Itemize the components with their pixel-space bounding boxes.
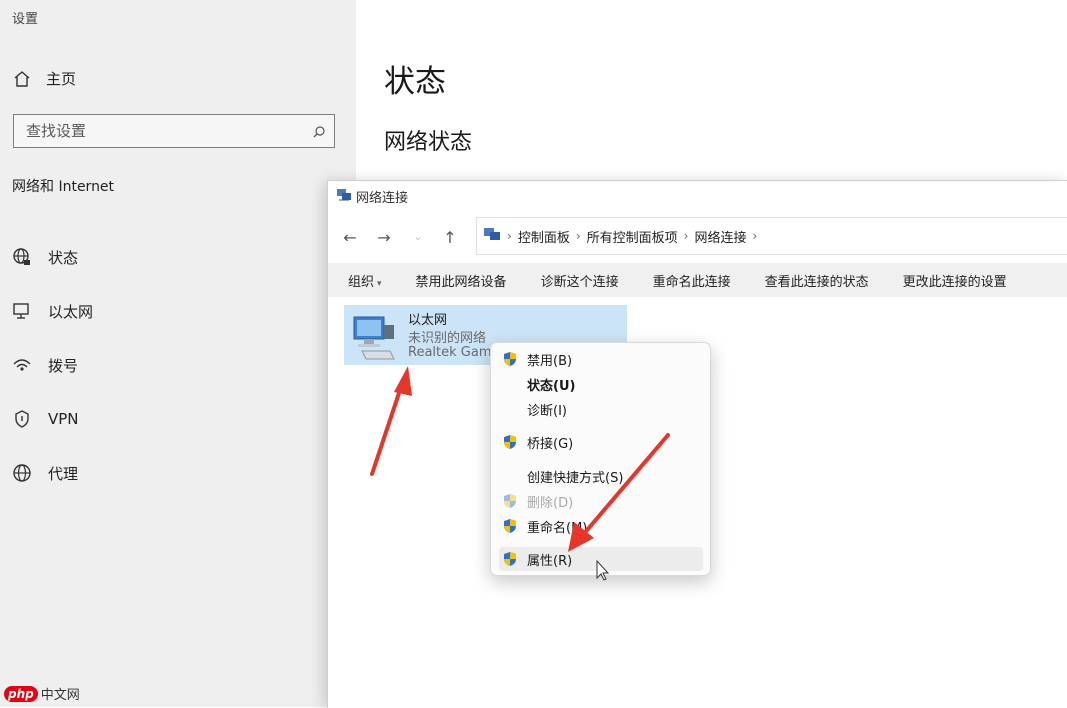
adapter-device: Realtek Gam <box>408 345 490 360</box>
vpn-shield-icon <box>12 409 32 429</box>
sidebar-item-status[interactable]: 状态 <box>12 230 93 284</box>
rename-connection-button[interactable]: 重命名此连接 <box>636 271 748 290</box>
menu-item-disable[interactable]: 禁用(B) <box>499 347 703 371</box>
recent-dropdown-icon[interactable]: ⌄ <box>408 227 428 247</box>
chevron-right-icon: › <box>683 229 689 243</box>
breadcrumb-item[interactable]: 网络连接 <box>694 227 746 246</box>
view-status-button[interactable]: 查看此连接的状态 <box>748 271 886 290</box>
adapter-status: 未识别的网络 <box>408 331 487 346</box>
page-title: 状态 <box>384 64 446 100</box>
section-title: 网络状态 <box>384 130 473 155</box>
home-icon <box>12 69 32 89</box>
ethernet-icon <box>12 301 32 321</box>
menu-item-delete: 删除(D) <box>499 489 703 513</box>
sidebar-item-label: 以太网 <box>48 302 94 321</box>
section-heading-network: 网络和 Internet <box>12 179 115 195</box>
proxy-globe-icon <box>12 463 32 483</box>
uac-shield-icon <box>501 493 518 510</box>
breadcrumb-item[interactable]: 控制面板 <box>518 227 570 246</box>
breadcrumb-item[interactable]: 所有控制面板项 <box>587 227 678 246</box>
search-icon[interactable] <box>312 124 326 138</box>
forward-arrow-icon[interactable]: → <box>374 227 394 247</box>
chevron-right-icon: › <box>575 229 581 243</box>
watermark-logo: php <box>4 685 38 702</box>
chevron-right-icon: › <box>507 229 512 243</box>
nav-home[interactable]: 主页 <box>12 68 76 89</box>
sidebar-item-label: 状态 <box>48 248 79 267</box>
uac-shield-icon <box>501 434 518 451</box>
disable-device-button[interactable]: 禁用此网络设备 <box>399 271 524 290</box>
up-arrow-icon[interactable]: ↑ <box>440 227 460 247</box>
menu-item-label: 禁用(B) <box>527 353 573 369</box>
settings-search-box[interactable] <box>13 114 335 148</box>
site-watermark: php 中文网 <box>4 684 80 703</box>
adapter-name: 以太网 <box>408 313 448 328</box>
back-arrow-icon[interactable]: ← <box>340 227 360 247</box>
menu-item-properties[interactable]: 属性(R) <box>499 547 703 571</box>
uac-shield-icon <box>501 551 518 568</box>
menu-item-label: 创建快捷方式(S) <box>527 470 624 486</box>
diagnose-button[interactable]: 诊断这个连接 <box>524 271 636 290</box>
menu-item-bridge[interactable]: 桥接(G) <box>499 430 703 454</box>
address-bar[interactable]: › 控制面板 › 所有控制面板项 › 网络连接 › <box>476 217 1067 255</box>
chevron-right-icon[interactable]: › <box>752 229 757 243</box>
window-title: 网络连接 <box>356 191 409 206</box>
sidebar-item-label: 拨号 <box>48 356 79 375</box>
menu-item-create-shortcut[interactable]: 创建快捷方式(S) <box>499 464 703 488</box>
menu-item-diagnose[interactable]: 诊断(I) <box>499 397 703 421</box>
menu-item-status[interactable]: 状态(U) <box>499 372 703 396</box>
globe-status-icon <box>12 247 32 267</box>
nav-home-label: 主页 <box>46 70 77 88</box>
dialup-icon <box>12 355 32 375</box>
settings-search-input[interactable] <box>14 115 334 147</box>
organize-label: 组织 <box>348 274 375 290</box>
menu-item-label: 重命名(M) <box>527 520 588 536</box>
sidebar-item-proxy[interactable]: 代理 <box>12 446 93 500</box>
menu-item-label: 诊断(I) <box>527 403 567 419</box>
context-menu: 禁用(B) 状态(U) 诊断(I) 桥接(G) 创建快捷方式(S) 删除(D) … <box>490 342 711 576</box>
sidebar-item-ethernet[interactable]: 以太网 <box>12 284 93 338</box>
menu-item-label: 属性(R) <box>527 553 573 569</box>
settings-nav-list: 状态 以太网 拨号 VPN 代理 <box>12 230 93 500</box>
organize-button[interactable]: 组织 ▾ <box>328 271 399 290</box>
sidebar-item-vpn[interactable]: VPN <box>12 392 93 446</box>
sidebar-item-dialup[interactable]: 拨号 <box>12 338 93 392</box>
sidebar-item-label: 代理 <box>48 464 79 483</box>
menu-item-label: 状态(U) <box>527 378 576 394</box>
command-bar: 组织 ▾ 禁用此网络设备 诊断这个连接 重命名此连接 查看此连接的状态 更改此连接… <box>328 263 1067 297</box>
dropdown-arrow-icon: ▾ <box>377 278 382 289</box>
network-adapter-icon <box>348 311 398 363</box>
settings-app-title: 设置 <box>12 12 39 27</box>
uac-shield-icon <box>501 351 518 368</box>
control-panel-icon <box>483 226 501 246</box>
change-settings-button[interactable]: 更改此连接的设置 <box>886 271 1024 290</box>
sidebar-item-label: VPN <box>48 410 79 428</box>
window-titlebar: 网络连接 <box>336 187 408 206</box>
uac-shield-icon <box>501 518 518 535</box>
address-row: ← → ⌄ ↑ › 控制面板 › 所有控制面板项 › 网络连接 › <box>328 215 1067 259</box>
network-connections-icon <box>336 188 352 206</box>
menu-item-rename[interactable]: 重命名(M) <box>499 514 703 538</box>
settings-sidebar: 设置 主页 网络和 Internet 状态 以太网 <box>0 0 356 707</box>
menu-item-label: 删除(D) <box>527 495 574 511</box>
watermark-text: 中文网 <box>40 688 80 703</box>
menu-item-label: 桥接(G) <box>527 436 574 452</box>
